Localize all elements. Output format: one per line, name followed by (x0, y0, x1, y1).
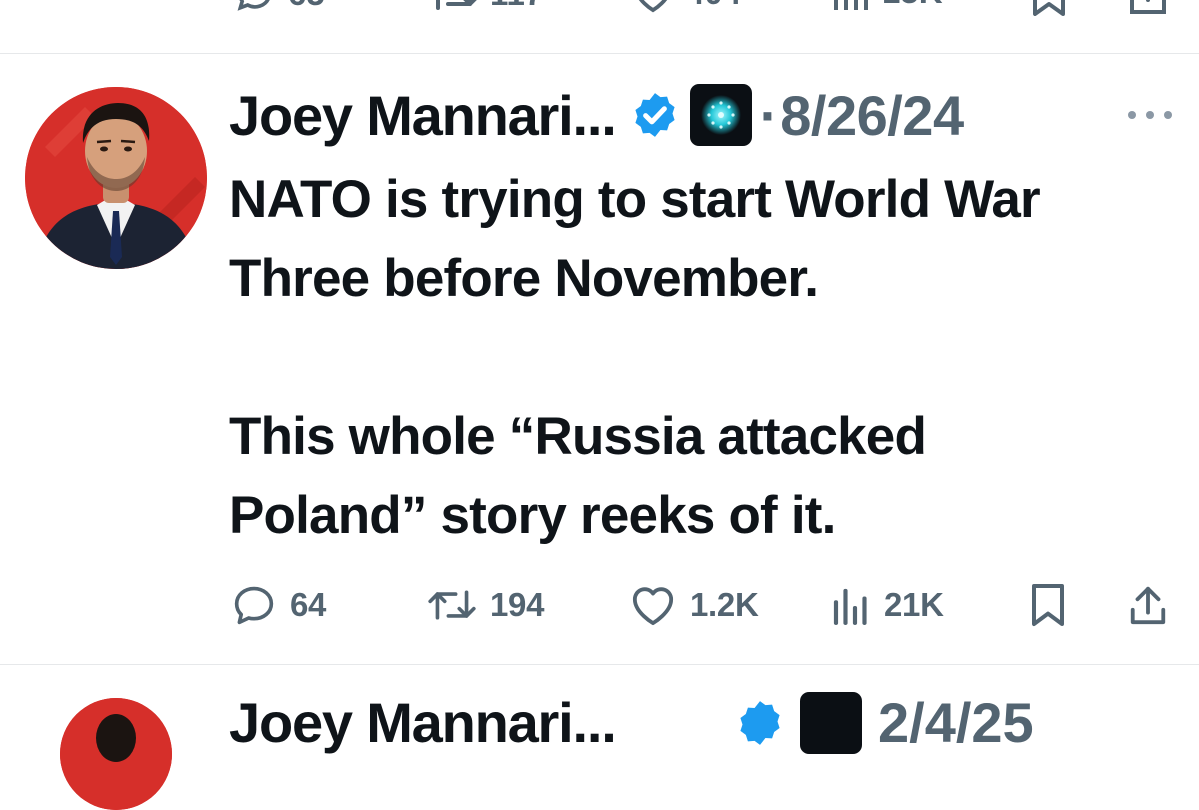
bar-chart-icon (833, 588, 867, 625)
avatar-portrait-image (60, 698, 172, 810)
menu-dot (1164, 111, 1172, 119)
reply-button[interactable]: 64 (232, 580, 326, 630)
bookmark-button[interactable] (1030, 580, 1066, 630)
bookmark-icon (1032, 584, 1064, 626)
speech-bubble-icon (237, 0, 270, 11)
author-name[interactable]: Joey Mannari... (229, 83, 617, 148)
blue-checkmark-badge-icon[interactable] (630, 90, 680, 140)
views-count: 21K (884, 586, 944, 623)
repost-button[interactable]: 194 (428, 580, 544, 630)
like-button[interactable]: 1.2K (630, 580, 759, 630)
repost-count: 194 (490, 586, 545, 623)
views-button[interactable]: 21K (832, 580, 944, 630)
prev-like-button[interactable]: 404 (630, 0, 741, 14)
menu-dot (1128, 111, 1136, 119)
menu-dot (1146, 111, 1154, 119)
tweet-header: Joey Mannari... · 8/26/24 (229, 80, 964, 150)
heart-icon (632, 587, 674, 626)
speech-bubble-icon (234, 586, 274, 625)
prev-views-button[interactable]: 15K (832, 0, 943, 12)
next-tweet-date[interactable]: 2/4/25 (878, 690, 1034, 755)
avatar-portrait-image (25, 87, 207, 269)
prev-share-button[interactable] (1128, 0, 1168, 16)
tweet-paragraph-2: This whole “Russia attacked Poland” stor… (229, 407, 927, 545)
tweet-divider (0, 53, 1199, 54)
three-dots-icon[interactable] (1128, 104, 1172, 126)
prev-bookmark-button[interactable] (1030, 0, 1068, 16)
bookmark-icon (1033, 0, 1065, 16)
tweet-text: NATO is trying to start World War Three … (229, 160, 1129, 555)
glowing-chip-logo-icon[interactable] (689, 84, 752, 146)
tweet-date[interactable]: 8/26/24 (780, 83, 964, 148)
repost-arrows-icon (436, 0, 477, 10)
share-button[interactable] (1128, 580, 1168, 630)
reply-count: 64 (290, 586, 327, 623)
tweet-action-bar: 64 194 1.2K 21K (0, 580, 1199, 630)
previous-tweet-action-bar: 65 117 404 15K (0, 0, 1199, 16)
prev-repost-count: 117 (490, 0, 543, 13)
glowing-chip-logo-icon[interactable] (800, 692, 862, 754)
prev-reply-count: 65 (288, 0, 325, 13)
prev-views-count: 15K (882, 0, 943, 11)
heart-icon (638, 0, 668, 13)
prev-like-count: 404 (686, 0, 741, 12)
share-upload-icon (1130, 0, 1166, 14)
bar-chart-icon (834, 0, 868, 10)
tweet-paragraph-1: NATO is trying to start World War Three … (229, 170, 1041, 308)
prev-reply-button[interactable]: 65 (232, 0, 325, 16)
repost-arrows-icon (428, 590, 476, 620)
prev-repost-button[interactable]: 117 (428, 0, 543, 16)
like-count: 1.2K (690, 586, 759, 623)
avatar[interactable] (25, 87, 207, 269)
tweet-divider (0, 664, 1199, 665)
blue-checkmark-badge-icon[interactable] (735, 698, 785, 748)
next-avatar[interactable] (60, 698, 172, 810)
separator-dot: · (759, 83, 779, 147)
share-upload-icon (1130, 586, 1166, 625)
next-author-name[interactable]: Joey Mannari... (229, 690, 617, 755)
